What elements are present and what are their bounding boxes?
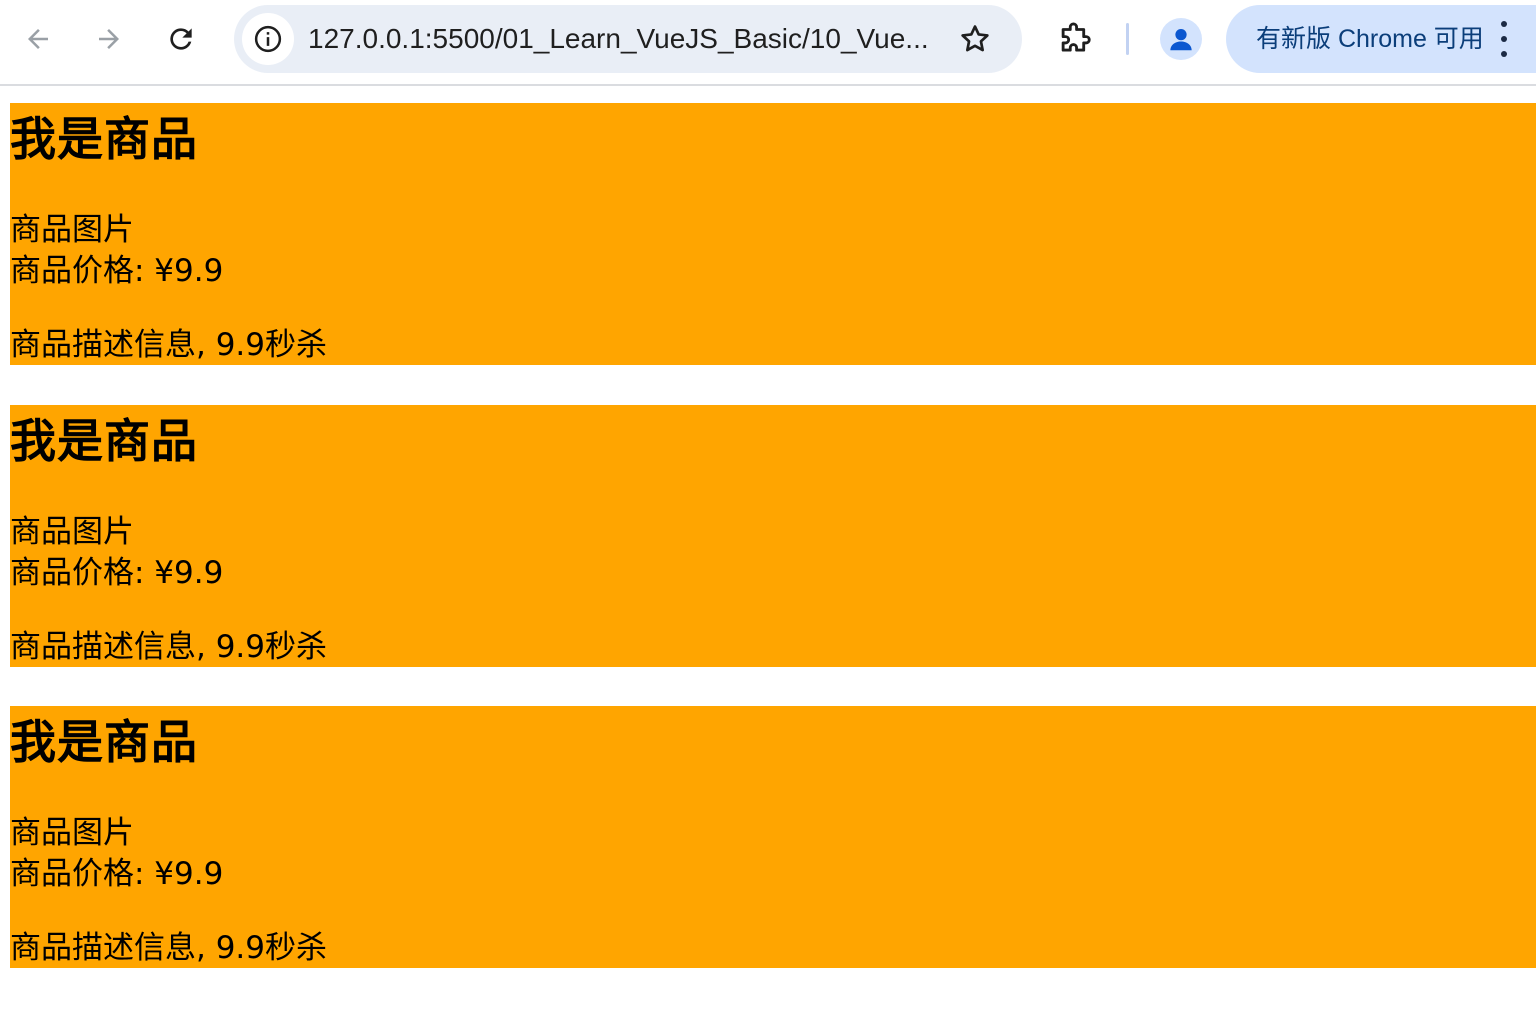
- back-button[interactable]: [16, 17, 60, 61]
- update-label: 有新版 Chrome 可用: [1256, 25, 1484, 53]
- product-price: 商品价格: ¥9.9: [10, 253, 224, 289]
- arrow-right-icon: [99, 29, 119, 49]
- product-title: 我是商品: [10, 715, 198, 769]
- profile-button[interactable]: [1160, 18, 1202, 60]
- product-description: 商品描述信息, 9.9秒杀: [10, 327, 328, 363]
- extensions-button[interactable]: [1053, 17, 1097, 61]
- product-image-label: 商品图片: [10, 514, 134, 550]
- forward-button[interactable]: [87, 17, 131, 61]
- product-card: 我是商品 商品图片 商品价格: ¥9.9 商品描述信息, 9.9秒杀: [10, 103, 1536, 365]
- product-image-label: 商品图片: [10, 212, 134, 248]
- page-content: 我是商品 商品图片 商品价格: ¥9.9 商品描述信息, 9.9秒杀 我是商品 …: [0, 86, 1536, 1009]
- product-card: 我是商品 商品图片 商品价格: ¥9.9 商品描述信息, 9.9秒杀: [10, 405, 1536, 667]
- address-bar[interactable]: 127.0.0.1:5500/01_Learn_VueJS_Basic/10_V…: [234, 5, 1022, 73]
- reload-button[interactable]: [159, 17, 203, 61]
- info-icon: [254, 25, 282, 53]
- product-price: 商品价格: ¥9.9: [10, 555, 224, 591]
- url-text[interactable]: 127.0.0.1:5500/01_Learn_VueJS_Basic/10_V…: [308, 22, 958, 56]
- browser-toolbar: 127.0.0.1:5500/01_Learn_VueJS_Basic/10_V…: [0, 0, 1536, 86]
- reload-icon: [170, 28, 192, 50]
- bookmark-button[interactable]: [952, 16, 998, 62]
- site-info-button[interactable]: [242, 13, 294, 65]
- chrome-update-button[interactable]: 有新版 Chrome 可用: [1226, 5, 1536, 73]
- product-description: 商品描述信息, 9.9秒杀: [10, 629, 328, 665]
- kebab-menu-icon[interactable]: [1494, 21, 1514, 57]
- product-card: 我是商品 商品图片 商品价格: ¥9.9 商品描述信息, 9.9秒杀: [10, 706, 1536, 968]
- star-icon: [961, 25, 989, 52]
- arrow-left-icon: [28, 29, 48, 49]
- product-title: 我是商品: [10, 112, 198, 166]
- product-title: 我是商品: [10, 414, 198, 468]
- product-image-label: 商品图片: [10, 815, 134, 851]
- puzzle-icon: [1061, 22, 1091, 52]
- product-description: 商品描述信息, 9.9秒杀: [10, 930, 328, 966]
- person-icon: [1170, 29, 1192, 51]
- toolbar-divider: [1126, 23, 1129, 55]
- product-price: 商品价格: ¥9.9: [10, 856, 224, 892]
